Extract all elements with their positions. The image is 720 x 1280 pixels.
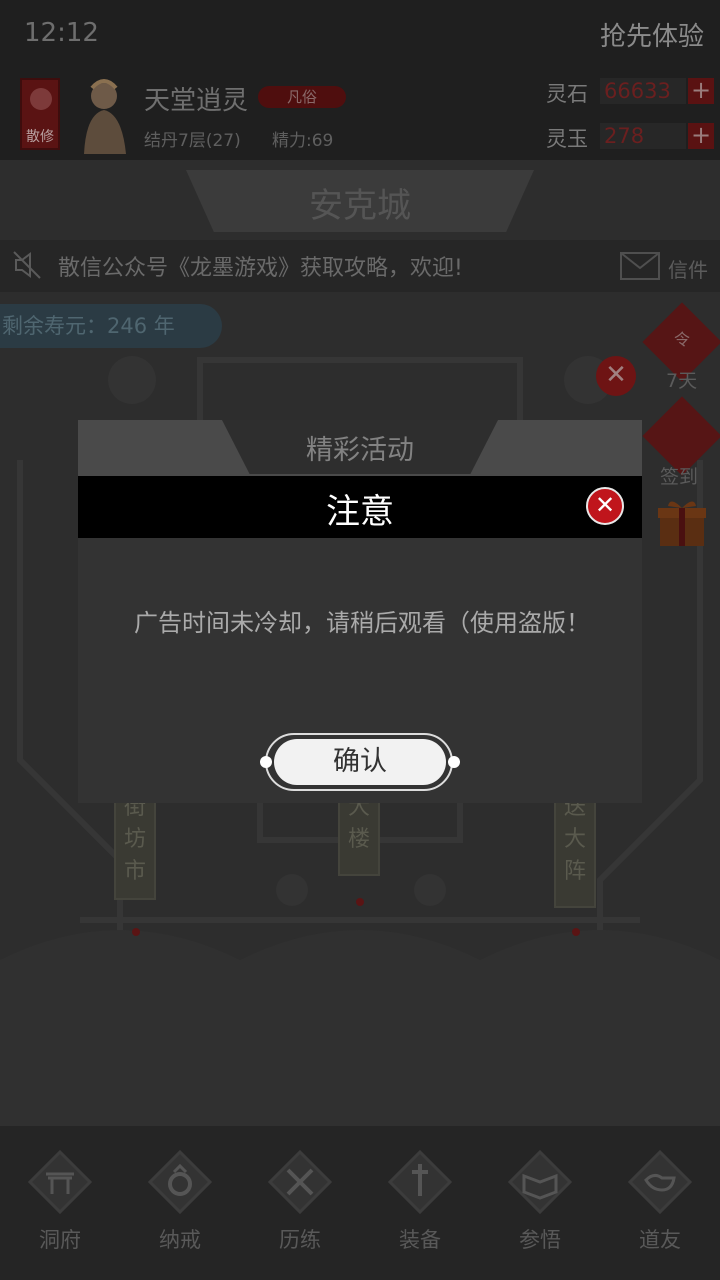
player-name: 天堂逍灵: [144, 86, 249, 116]
seven-day-label: 7天: [666, 370, 698, 392]
confirm-button[interactable]: 确认: [274, 739, 446, 785]
handshake-icon: [628, 1150, 692, 1214]
nav-label-friends: 道友: [639, 1228, 681, 1252]
map-node-tower-dot: [356, 898, 364, 906]
bottom-nav: 洞府 纳戒 历练 装备 参悟 道友: [0, 1126, 720, 1280]
stamina: 精力:69: [272, 131, 334, 151]
nav-label-insight: 参悟: [519, 1228, 561, 1252]
spirit-jade-label: 灵玉: [546, 127, 588, 151]
gate-icon: [28, 1150, 92, 1214]
confirm-frame-dot-left: [260, 756, 272, 768]
nav-item-insight[interactable]: 参悟: [480, 1126, 600, 1280]
spirit-stone-value: 66633: [600, 78, 686, 104]
spirit-stone-label: 灵石: [546, 82, 588, 106]
sign-in-label: 签到: [660, 466, 699, 488]
mail-label[interactable]: 信件: [668, 254, 708, 283]
status-time: 12:12: [24, 18, 99, 48]
nav-label-ring: 纳戒: [159, 1228, 201, 1252]
close-icon[interactable]: ✕: [586, 487, 624, 525]
nav-item-training[interactable]: 历练: [240, 1126, 360, 1280]
sword-icon: [388, 1150, 452, 1214]
cultivation-realm: 结丹7层(27): [144, 131, 241, 151]
city-title: 安克城: [309, 186, 411, 226]
lifespan-indicator: 剩余寿元：246 年: [0, 304, 222, 348]
nav-label-cave: 洞府: [39, 1228, 81, 1252]
map-node-teleport[interactable]: 送大阵: [554, 790, 596, 908]
sect-badge[interactable]: 散修: [20, 78, 60, 150]
gift-icon[interactable]: [656, 498, 708, 548]
add-spirit-jade-button[interactable]: +: [688, 123, 714, 149]
spirit-jade-value: 278: [600, 123, 686, 149]
map-node-teleport-dot: [572, 928, 580, 936]
speaker-mute-icon[interactable]: [12, 250, 42, 280]
early-access-label: 抢先体验: [599, 22, 704, 52]
map-node-market[interactable]: 街坊市: [114, 790, 156, 900]
nav-item-equipment[interactable]: 装备: [360, 1126, 480, 1280]
add-spirit-stone-button[interactable]: +: [688, 78, 714, 104]
rank-badge: 凡俗: [258, 86, 346, 108]
nav-item-friends[interactable]: 道友: [600, 1126, 720, 1280]
dialog-message: 广告时间未冷却，请稍后观看（使用盗版！: [134, 609, 590, 637]
book-icon: [508, 1150, 572, 1214]
activity-panel-title: 精彩活动: [306, 435, 414, 466]
nav-item-ring[interactable]: 纳戒: [120, 1126, 240, 1280]
swords-icon: [268, 1150, 332, 1214]
notice-text: 散信公众号《龙墨游戏》获取攻略，欢迎!: [58, 256, 463, 281]
avatar[interactable]: [70, 74, 138, 154]
nav-item-cave[interactable]: 洞府: [0, 1126, 120, 1280]
nav-label-training: 历练: [279, 1228, 321, 1252]
map-node-market-dot: [132, 928, 140, 936]
mail-icon[interactable]: [620, 252, 660, 280]
seven-day-icon-text: 令: [673, 330, 690, 349]
dialog-title: 注意: [326, 492, 394, 532]
sect-badge-label: 散修: [26, 129, 54, 145]
nav-label-equipment: 装备: [399, 1228, 441, 1252]
background-close-icon[interactable]: ✕: [596, 356, 636, 396]
lotus-icon: [30, 88, 52, 110]
ring-icon: [148, 1150, 212, 1214]
confirm-frame-dot-right: [448, 756, 460, 768]
